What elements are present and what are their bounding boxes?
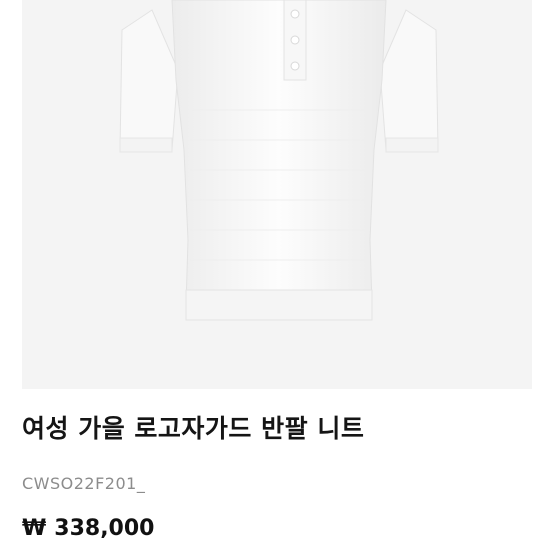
shirt-body [171, 0, 387, 306]
price-value: 338,000 [54, 516, 155, 541]
left-sleeve [119, 9, 179, 151]
shirt-illustration [119, 0, 439, 321]
product-image[interactable] [22, 0, 532, 389]
hem-band [185, 289, 373, 321]
product-title: 여성 가을 로고자가드 반팔 니트 [22, 414, 365, 443]
right-sleeve [379, 9, 439, 151]
product-price: ₩338,000 [22, 516, 154, 542]
currency-symbol: ₩ [22, 516, 47, 541]
product-code: CWSO22F201_ [22, 474, 146, 493]
